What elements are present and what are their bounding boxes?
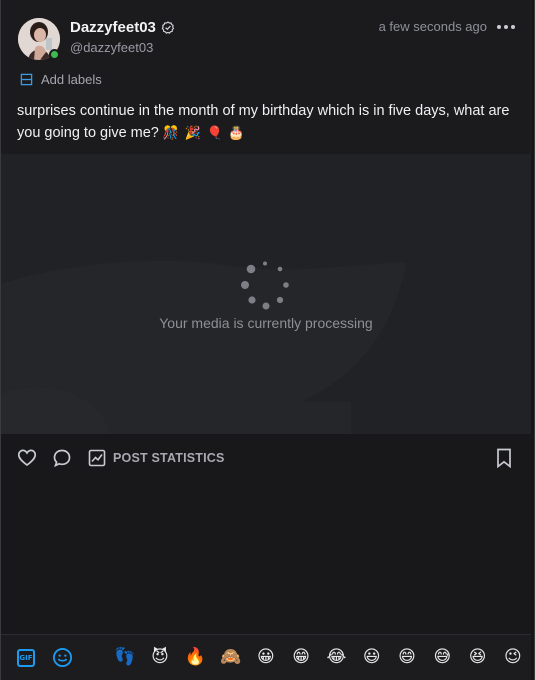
emoji-smiley[interactable]: 😃: [354, 645, 389, 669]
label-icon: [20, 73, 33, 86]
emoji-fire[interactable]: 🔥: [178, 645, 213, 669]
statistics-chart-icon: [88, 449, 106, 467]
emoji-smile[interactable]: 😄: [389, 645, 424, 669]
more-options-icon[interactable]: [497, 22, 515, 32]
emoji-tears-of-joy[interactable]: 😂: [319, 645, 354, 669]
emoji-footprints[interactable]: 👣: [107, 645, 142, 669]
emoji-beaming[interactable]: 😁: [283, 645, 318, 669]
emoji-sweat-smile[interactable]: 😅: [425, 645, 460, 669]
media-placeholder: Your media is currently processing: [1, 154, 531, 434]
display-name[interactable]: Dazzyfeet03: [70, 19, 156, 36]
emoji-toolbar: GIF 👣 😈 🔥 🙈 😀 😁 😂 😃 😄 😅 😆 😉: [1, 634, 531, 680]
user-handle[interactable]: @dazzyfeet03: [70, 40, 153, 55]
bookmark-icon[interactable]: [495, 448, 513, 468]
online-status-dot: [49, 49, 60, 60]
emoji-grinning[interactable]: 😀: [248, 645, 283, 669]
post-header: Dazzyfeet03 @dazzyfeet03 a few seconds a…: [1, 0, 532, 154]
emoji-picker-icon[interactable]: [52, 647, 73, 668]
add-labels-button[interactable]: Add labels: [20, 72, 102, 87]
caption-emojis: 🎊 🎉 🎈 🎂: [162, 125, 246, 140]
post-actions-bar: POST STATISTICS: [1, 434, 531, 482]
quick-emoji-list: 👣 😈 🔥 🙈 😀 😁 😂 😃 😄 😅 😆 😉: [107, 645, 531, 669]
post-statistics-label: POST STATISTICS: [113, 451, 225, 465]
comment-bubble-icon[interactable]: [52, 448, 72, 468]
post-timestamp[interactable]: a few seconds ago: [379, 19, 487, 34]
verified-icon: [161, 20, 174, 34]
emoji-laughing[interactable]: 😆: [460, 645, 495, 669]
add-labels-text: Add labels: [41, 72, 102, 87]
like-heart-icon[interactable]: [17, 448, 37, 468]
post-statistics-button[interactable]: POST STATISTICS: [88, 449, 225, 467]
emoji-devil[interactable]: 😈: [142, 645, 177, 669]
post-caption: surprises continue in the month of my bi…: [17, 100, 517, 144]
comments-area: [1, 482, 531, 634]
gif-button[interactable]: GIF: [17, 649, 35, 667]
caption-text: surprises continue in the month of my bi…: [17, 103, 510, 141]
processing-message: Your media is currently processing: [159, 315, 373, 331]
emoji-see-no-evil-monkey[interactable]: 🙈: [213, 645, 248, 669]
emoji-wink[interactable]: 😉: [495, 645, 530, 669]
loading-spinner-icon: [241, 261, 289, 310]
